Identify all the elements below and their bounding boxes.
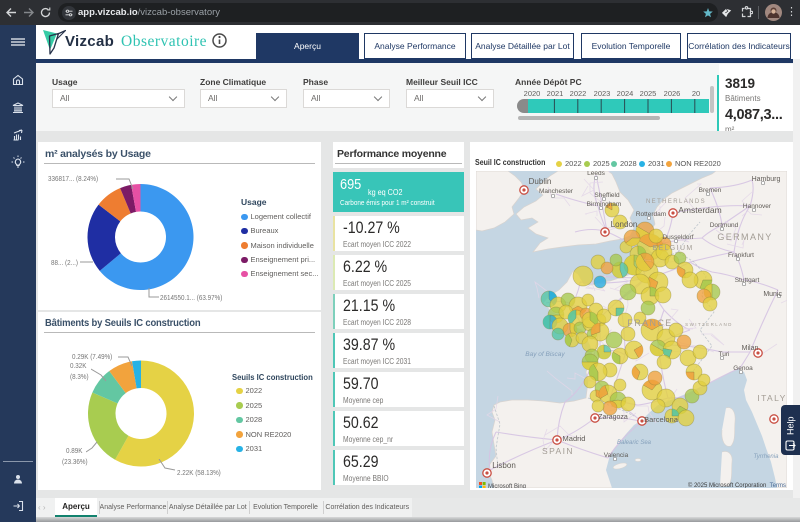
svg-text:Manchester: Manchester <box>539 188 574 195</box>
svg-text:Leeds: Leeds <box>587 171 605 177</box>
svg-text:Amsterdam: Amsterdam <box>678 205 721 215</box>
svg-text:Help: Help <box>786 416 796 435</box>
svg-text:Lisbon: Lisbon <box>492 461 516 470</box>
svg-text:Dublin: Dublin <box>529 177 552 186</box>
svg-text:London: London <box>611 220 638 229</box>
svg-text:SPAIN: SPAIN <box>542 446 574 456</box>
svg-text:Tyrrhenia: Tyrrhenia <box>754 454 780 460</box>
svg-text:Genoa: Genoa <box>733 365 753 372</box>
svg-text:Balearic Sea: Balearic Sea <box>617 440 652 446</box>
svg-text:NETHERLANDS: NETHERLANDS <box>646 199 706 205</box>
svg-text:Frankfurt: Frankfurt <box>728 252 754 259</box>
svg-text:Milan: Milan <box>742 345 759 352</box>
svg-text:Stuttgart: Stuttgart <box>735 277 760 284</box>
svg-text:Zaragoza: Zaragoza <box>598 414 628 421</box>
svg-text:GERMANY: GERMANY <box>717 232 772 242</box>
svg-text:Sheffield: Sheffield <box>594 192 620 199</box>
svg-text:FRANCE: FRANCE <box>627 318 672 328</box>
svg-text:Hamburg: Hamburg <box>752 176 781 183</box>
svg-text:Bay of Biscay: Bay of Biscay <box>525 351 565 358</box>
svg-text:Barcelona: Barcelona <box>644 415 679 424</box>
svg-text:© 2025 Microsoft Corporation: © 2025 Microsoft Corporation Terms <box>688 482 786 488</box>
svg-text:Birmingham: Birmingham <box>587 201 622 208</box>
svg-text:Valencia: Valencia <box>604 452 629 459</box>
svg-text:Madrid: Madrid <box>563 434 586 443</box>
svg-text:Bremen: Bremen <box>699 187 722 194</box>
svg-text:Microsoft Bing: Microsoft Bing <box>488 484 526 488</box>
svg-text:Hannover: Hannover <box>743 203 772 210</box>
svg-text:Munic: Munic <box>763 291 782 298</box>
svg-text:Dortmund: Dortmund <box>710 222 739 229</box>
svg-text:Dusseldorf: Dusseldorf <box>662 234 693 241</box>
svg-text:Rotterdam: Rotterdam <box>636 211 666 218</box>
svg-text:BELGIUM: BELGIUM <box>652 245 693 252</box>
svg-text:Turi: Turi <box>719 351 730 358</box>
svg-text:SWITZERLAND: SWITZERLAND <box>685 322 733 327</box>
svg-text:ITALY: ITALY <box>757 393 786 403</box>
